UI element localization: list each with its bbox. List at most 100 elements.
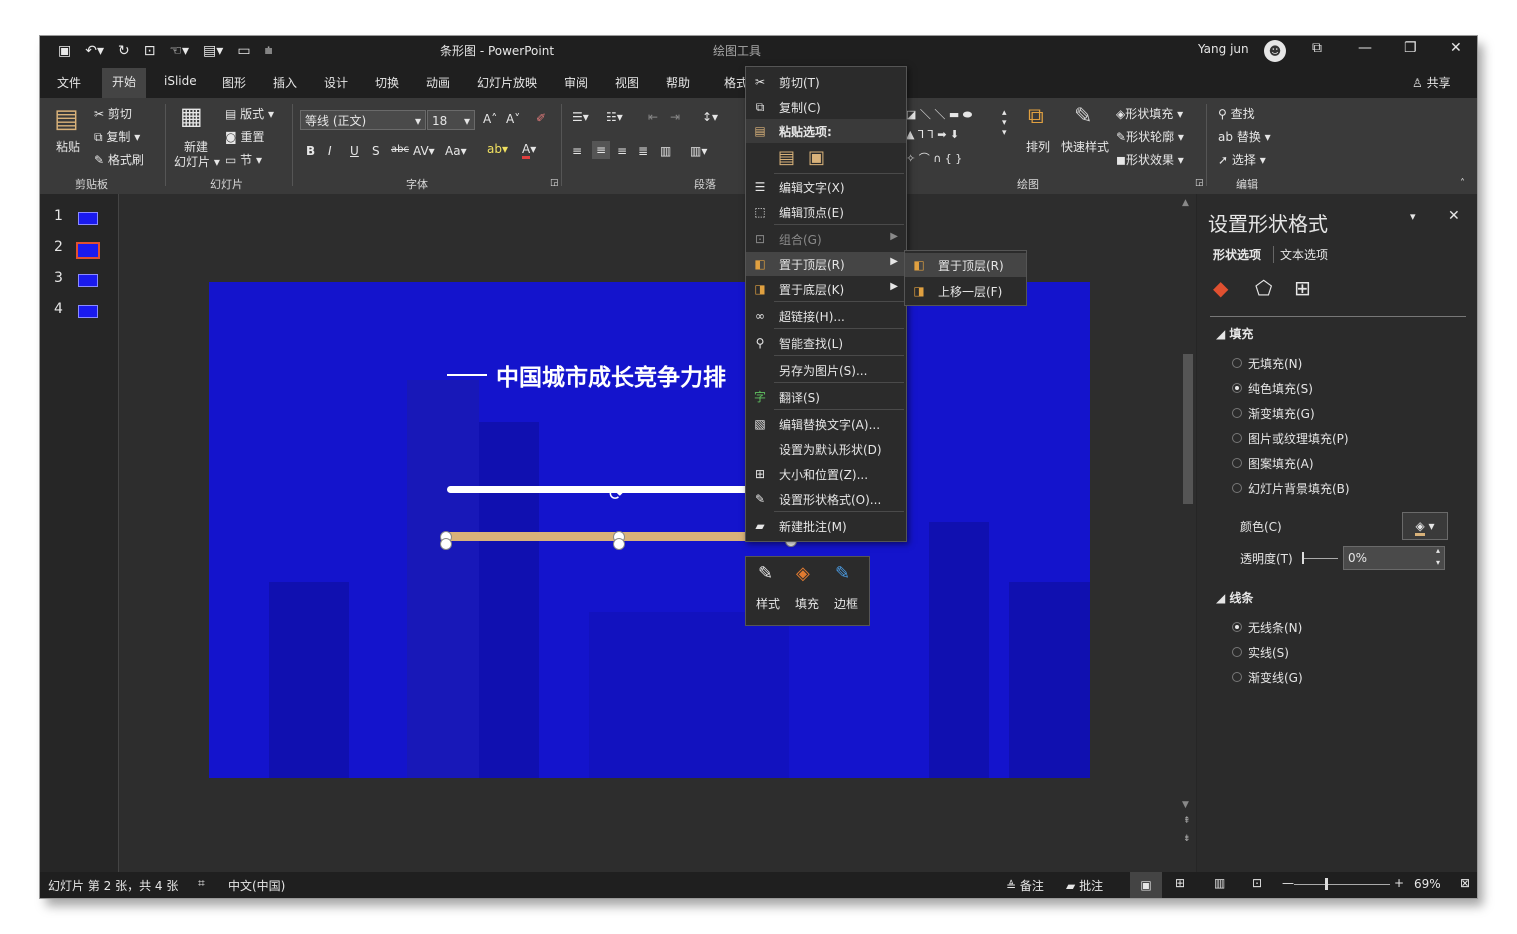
tab-help[interactable]: 帮助 (666, 74, 690, 91)
radio-no-fill[interactable] (1232, 358, 1242, 368)
next-slide-icon[interactable]: ⇟ (1183, 834, 1191, 844)
tab-slideshow[interactable]: 幻灯片放映 (477, 74, 537, 91)
menu-item-format-shape[interactable]: ✎ 设置形状格式(O)... (746, 487, 906, 511)
char-spacing-icon[interactable]: AV▾ (413, 144, 435, 158)
font-grow-icon[interactable]: A˄ (483, 112, 497, 126)
redo-icon[interactable]: ↻ (118, 43, 130, 59)
ribbon-display-icon[interactable]: ⧉ (1312, 40, 1322, 56)
save-icon[interactable]: ▣ (58, 43, 71, 59)
radio-solid-line[interactable] (1232, 647, 1242, 657)
thumbnail-slide-1[interactable] (78, 212, 98, 225)
line-section-header[interactable]: ◢ 线条 (1216, 589, 1253, 606)
customize-icon[interactable]: ⩧ (265, 43, 273, 59)
paste-picture-icon[interactable]: ▣ (808, 147, 825, 168)
tab-view[interactable]: 视图 (615, 74, 639, 91)
zoom-slider-thumb[interactable] (1325, 878, 1328, 890)
tab-shapes[interactable]: 图形 (222, 74, 246, 91)
menu-item-group[interactable]: ⊡ 组合(G) ▶ (746, 227, 906, 251)
shape-effects-button[interactable]: ◼形状效果 ▾ (1116, 151, 1184, 168)
menu-item-save-as-picture[interactable]: 另存为图片(S)... (746, 358, 906, 382)
align-right-icon[interactable]: ≡ (617, 144, 627, 158)
distributed-icon[interactable]: ▥ (660, 144, 671, 158)
change-case-icon[interactable]: Aa▾ (445, 144, 467, 158)
spellcheck-icon[interactable]: ⌗ (198, 876, 205, 891)
shape-outline-button[interactable]: ✎形状轮廓 ▾ (1116, 128, 1184, 145)
menu-item-translate[interactable]: 字翻译(S) (746, 385, 906, 409)
thumbnail-slide-3[interactable] (78, 274, 98, 287)
menu-item-alt-text[interactable]: ▧ 编辑替换文字(A)... (746, 412, 906, 436)
minimize-icon[interactable]: — (1358, 40, 1372, 56)
menu-item-new-comment[interactable]: ▰ 新建批注(M) (746, 514, 906, 538)
touch-mode-icon[interactable]: ☜▾ (169, 43, 189, 59)
tab-islide[interactable]: iSlide (164, 74, 197, 88)
font-size-select[interactable]: 18 ▾ (427, 110, 475, 130)
fill-section-header[interactable]: ◢ 填充 (1216, 325, 1253, 342)
slide-title[interactable]: 中国城市成长竞争力排 (496, 358, 726, 392)
outline-icon[interactable]: ✎ (835, 563, 850, 584)
radio-background-fill[interactable] (1232, 483, 1242, 493)
rotate-handle-icon[interactable]: ⟳ (609, 484, 624, 505)
transparency-slider[interactable] (1302, 558, 1338, 559)
tab-insert[interactable]: 插入 (273, 74, 297, 91)
align-center-icon[interactable]: ≡ (592, 141, 611, 159)
menu-item-set-default-shape[interactable]: 设置为默认形状(D) (746, 437, 906, 461)
numbering-icon[interactable]: ☷▾ (606, 110, 623, 124)
slideshow-view-icon[interactable]: ⊡ (1252, 876, 1262, 890)
format-painter-button[interactable]: ✎ 格式刷 (94, 151, 144, 168)
tab-file[interactable]: 文件 (57, 74, 81, 91)
restore-icon[interactable]: ❐ (1404, 40, 1417, 56)
decrease-indent-icon[interactable]: ⇤ (648, 110, 658, 124)
slideshow-icon[interactable]: ⊡ (144, 43, 156, 59)
color-picker-button[interactable]: ◈ ▾ (1402, 512, 1448, 540)
slide-sorter-icon[interactable]: ⊞ (1175, 876, 1185, 890)
radio-solid-fill[interactable] (1232, 383, 1242, 393)
menu-item-edit-text[interactable]: ☰ 编辑文字(X) (746, 175, 906, 199)
size-properties-icon[interactable]: ⊞ (1294, 276, 1311, 300)
textbox-icon[interactable]: ▭ (237, 43, 250, 59)
clear-format-icon[interactable]: ✐ (536, 111, 546, 125)
scroll-up-icon[interactable]: ▲ (1182, 198, 1189, 208)
fit-to-window-icon[interactable]: ⊠ (1460, 876, 1470, 890)
radio-gradient-line[interactable] (1232, 672, 1242, 682)
font-name-select[interactable]: 等线 (正文) ▾ (300, 110, 426, 130)
gallery-scroll-icon[interactable]: ▴ ▾ ▾ (1002, 108, 1007, 138)
italic-icon[interactable]: I (328, 144, 332, 158)
notes-button[interactable]: ≜ 备注 (1006, 877, 1044, 894)
normal-view-icon[interactable]: ▣ (1130, 872, 1162, 898)
arrange-icon[interactable]: ⧉ (1028, 104, 1044, 129)
thumbnail-slide-4[interactable] (78, 305, 98, 318)
thumbnail-slide-2[interactable] (76, 242, 100, 259)
tab-design[interactable]: 设计 (324, 74, 348, 91)
editor-scrollbar[interactable]: ▲ ▼ ⇞ ⇟ (1180, 194, 1196, 872)
language-indicator[interactable]: 中文(中国) (228, 877, 285, 894)
tab-animations[interactable]: 动画 (426, 74, 450, 91)
highlight-icon[interactable]: ab▾ (487, 142, 508, 156)
font-color-icon[interactable]: A▾ (522, 142, 536, 159)
quick-styles-icon[interactable]: ✎ (1074, 104, 1092, 129)
select-button[interactable]: ➚ 选择 ▾ (1218, 151, 1266, 168)
paste-keep-format-icon[interactable]: ▤ (778, 147, 795, 168)
menu-item-bring-to-front[interactable]: ◧ 置于顶层(R) ▶ (746, 252, 906, 276)
shapes-gallery-row-2[interactable]: ▲ ⅂ ⅂ ➡ ⬇ (906, 128, 959, 141)
radio-no-line[interactable] (1232, 622, 1242, 632)
tab-transitions[interactable]: 切换 (375, 74, 399, 91)
close-icon[interactable]: ✕ (1450, 40, 1462, 56)
tab-home[interactable]: 开始 (102, 68, 147, 98)
radio-pattern-fill[interactable] (1232, 458, 1242, 468)
pane-options-icon[interactable]: ▾ (1410, 210, 1416, 223)
transparency-input[interactable]: 0% ▴ ▾ (1343, 546, 1445, 570)
layout-button[interactable]: ▤ 版式 ▾ (225, 105, 274, 122)
user-name[interactable]: Yang jun (1198, 42, 1249, 56)
shapes-gallery-row-3[interactable]: ✧ ⌒ ∩ { } (906, 150, 962, 166)
copy-button[interactable]: ⧉ 复制 ▾ (94, 128, 140, 145)
mini-fill-button[interactable]: 填充 (795, 595, 819, 612)
selection-handle[interactable] (440, 538, 452, 550)
previous-slide-icon[interactable]: ⇞ (1183, 816, 1191, 826)
collapse-ribbon-icon[interactable]: ˄ (1460, 178, 1465, 189)
selection-handle[interactable] (613, 538, 625, 550)
submenu-item-bring-forward[interactable]: ◨ 上移一层(F) (905, 279, 1026, 303)
fill-icon[interactable]: ◈ (796, 563, 810, 584)
tan-bar-shape[interactable] (445, 532, 745, 541)
scrollbar-thumb[interactable] (1183, 354, 1193, 504)
arrange-button[interactable]: 排列 (1026, 138, 1050, 155)
